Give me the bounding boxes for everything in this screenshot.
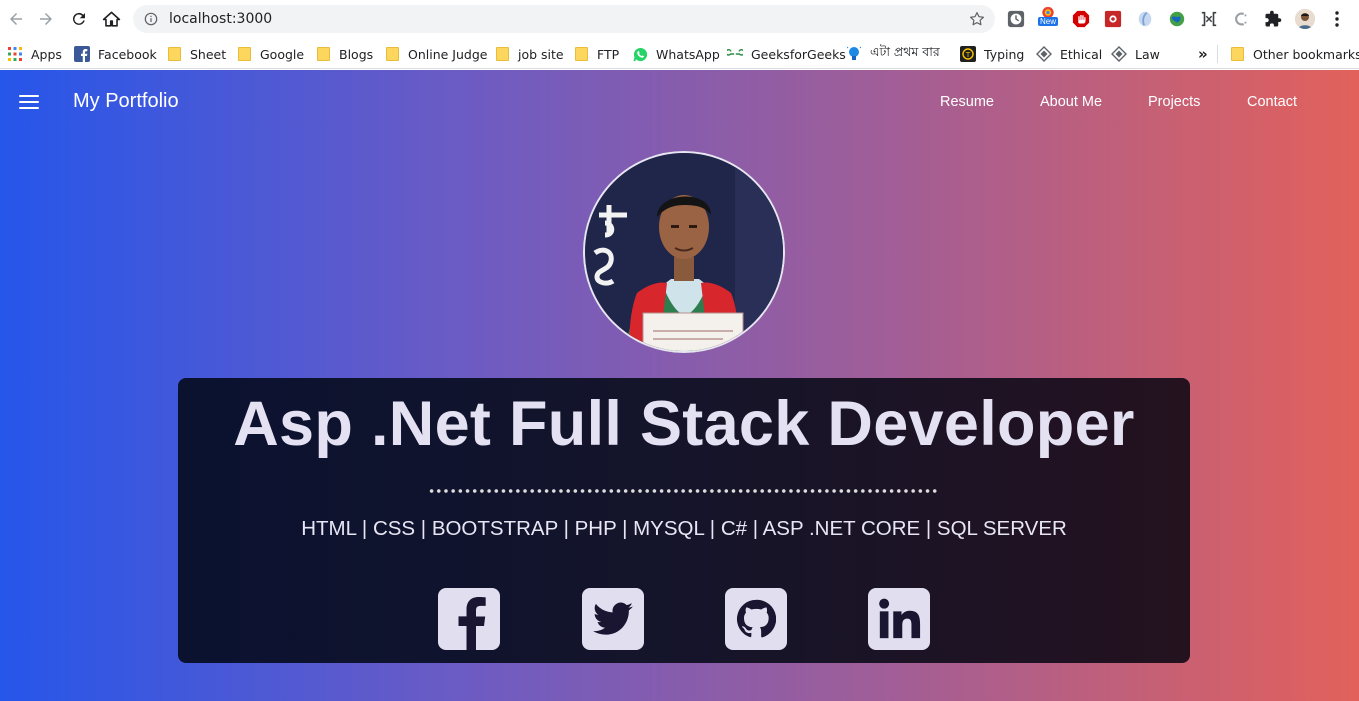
twitter-icon[interactable] — [582, 588, 644, 650]
profile-photo — [583, 151, 785, 353]
extension-c-icon[interactable] — [1231, 9, 1251, 29]
extension-clock-icon[interactable] — [1006, 9, 1026, 29]
bookmark-other[interactable]: Other bookmarks — [1229, 43, 1359, 65]
folder-icon — [494, 46, 510, 62]
nav-resume[interactable]: Resume — [940, 94, 994, 110]
bookmark-blogs[interactable]: Blogs — [315, 43, 373, 65]
bookmark-label: Other bookmarks — [1253, 46, 1359, 62]
typing-icon: T — [960, 46, 976, 62]
extension-globe-icon[interactable] — [1167, 9, 1187, 29]
url-text: localhost:3000 — [169, 11, 273, 27]
bookmark-star-icon[interactable] — [968, 10, 986, 28]
extension-brackets-icon[interactable] — [1199, 9, 1219, 29]
bookmark-job-site[interactable]: job site — [494, 43, 564, 65]
bookmark-label: WhatsApp — [656, 46, 720, 62]
hero-card: Asp .Net Full Stack Developer HTML | CSS… — [178, 378, 1190, 663]
bookmark-bangla[interactable]: এটা প্রথম বার — [846, 43, 940, 65]
bookmark-label: Sheet — [190, 46, 227, 62]
folder-icon — [1229, 46, 1245, 62]
folder-icon — [315, 46, 331, 62]
app-bar: My Portfolio Resume About Me Projects Co… — [0, 70, 1359, 134]
bookmark-label: GeeksforGeeks — [751, 46, 846, 62]
facebook-icon[interactable] — [438, 588, 500, 650]
whatsapp-icon — [632, 46, 648, 62]
bookmark-label: Apps — [31, 46, 62, 62]
hero-title: Asp .Net Full Stack Developer — [233, 389, 1135, 459]
bookmarks-divider — [1217, 45, 1218, 63]
profile-avatar[interactable] — [1295, 9, 1315, 29]
nav-projects[interactable]: Projects — [1148, 94, 1200, 110]
bookmark-geeksforgeeks[interactable]: GeeksforGeeks — [727, 43, 846, 65]
new-badge: New — [1038, 17, 1059, 26]
bookmarks-overflow-button[interactable]: » — [1198, 43, 1208, 65]
bookmark-label: job site — [518, 46, 564, 62]
browser-toolbar: localhost:3000 New — [0, 0, 1359, 38]
portfolio-page: My Portfolio Resume About Me Projects Co… — [0, 70, 1359, 701]
extension-blue-leaf-icon[interactable] — [1135, 9, 1155, 29]
bookmark-ethical[interactable]: Ethical — [1036, 43, 1102, 65]
hamburger-menu-icon[interactable] — [19, 91, 39, 113]
svg-text:T: T — [965, 51, 971, 59]
diamond-icon — [1111, 46, 1127, 62]
bookmark-online-judge[interactable]: Online Judge — [384, 43, 487, 65]
bookmark-whatsapp[interactable]: WhatsApp — [632, 43, 720, 65]
bookmark-typing[interactable]: T Typing — [960, 43, 1024, 65]
bookmarks-bar: Apps Facebook Sheet Google Blogs Online … — [0, 38, 1359, 69]
back-arrow-icon[interactable] — [4, 7, 28, 31]
apps-grid-icon — [7, 46, 23, 62]
bookmark-label: Google — [260, 46, 305, 62]
dotted-divider — [428, 488, 938, 494]
address-bar[interactable]: localhost:3000 — [133, 5, 995, 33]
forward-arrow-icon[interactable] — [34, 7, 58, 31]
reload-icon[interactable] — [67, 7, 91, 31]
bookmark-sheet[interactable]: Sheet — [166, 43, 226, 65]
home-icon[interactable] — [99, 7, 123, 31]
bookmark-label: Blogs — [339, 46, 374, 62]
github-icon[interactable] — [725, 588, 787, 650]
bulb-icon — [846, 46, 862, 62]
extension-adblock-icon[interactable] — [1071, 9, 1091, 29]
facebook-icon — [74, 46, 90, 62]
nav-about-me[interactable]: About Me — [1040, 94, 1102, 110]
site-info-icon[interactable] — [143, 11, 159, 27]
folder-icon — [573, 46, 589, 62]
bookmark-label: এটা প্রথম বার — [870, 44, 940, 59]
skills-list: HTML | CSS | BOOTSTRAP | PHP | MYSQL | C… — [301, 517, 1067, 540]
bookmark-google[interactable]: Google — [236, 43, 304, 65]
bookmark-label: Law — [1135, 46, 1160, 62]
nav-contact[interactable]: Contact — [1247, 94, 1297, 110]
bookmark-label: Facebook — [98, 46, 157, 62]
linkedin-icon[interactable] — [868, 588, 930, 650]
bookmark-label: Online Judge — [408, 46, 488, 62]
bookmark-label: Ethical — [1060, 46, 1103, 62]
browser-menu-icon[interactable] — [1327, 9, 1347, 29]
geeksforgeeks-icon — [727, 46, 743, 62]
folder-icon — [166, 46, 182, 62]
folder-icon — [236, 46, 252, 62]
bookmark-apps[interactable]: Apps — [7, 43, 62, 65]
folder-icon — [384, 46, 400, 62]
extension-red-icon[interactable] — [1103, 9, 1123, 29]
bookmark-law[interactable]: Law — [1111, 43, 1160, 65]
bookmark-ftp[interactable]: FTP — [573, 43, 619, 65]
bookmark-facebook[interactable]: Facebook — [74, 43, 157, 65]
bookmark-label: Typing — [984, 46, 1025, 62]
diamond-icon — [1036, 46, 1052, 62]
extensions-puzzle-icon[interactable] — [1263, 9, 1283, 29]
brand-title[interactable]: My Portfolio — [73, 90, 179, 113]
bookmark-label: FTP — [597, 46, 620, 62]
extension-new-icon[interactable]: New — [1038, 6, 1059, 26]
